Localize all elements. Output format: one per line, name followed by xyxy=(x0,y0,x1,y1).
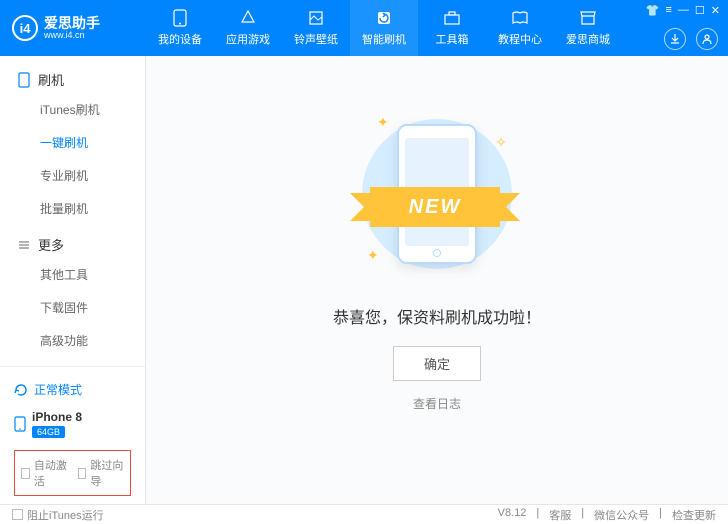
nav-toolbox[interactable]: 工具箱 xyxy=(418,0,486,56)
checkbox-row: 自动激活 跳过向导 xyxy=(14,450,131,496)
logo-icon: i4 xyxy=(12,15,38,41)
window-controls: 👕 ≡ — ☐ ✕ xyxy=(646,4,720,17)
app-url: www.i4.cn xyxy=(44,30,100,40)
auto-activate-checkbox[interactable]: 自动激活 xyxy=(21,457,68,489)
nav-my-device[interactable]: 我的设备 xyxy=(146,0,214,56)
app-name: 爱思助手 xyxy=(44,16,100,30)
menu-icon[interactable]: ≡ xyxy=(665,4,671,17)
skin-icon[interactable]: 👕 xyxy=(646,4,660,17)
sidebar-item-other-tools[interactable]: 其他工具 xyxy=(0,258,145,291)
wechat-link[interactable]: 微信公众号 xyxy=(594,507,649,523)
wallpaper-icon xyxy=(307,9,325,27)
store-icon xyxy=(579,9,597,27)
device-icon xyxy=(14,416,26,432)
nav-store[interactable]: 爱思商城 xyxy=(554,0,622,56)
new-banner: NEW xyxy=(370,187,500,227)
sidebar-item-itunes-flash[interactable]: iTunes刷机 xyxy=(0,93,145,126)
nav-apps[interactable]: 应用游戏 xyxy=(214,0,282,56)
flash-icon xyxy=(375,9,393,27)
toolbox-icon xyxy=(443,9,461,27)
minimize-icon[interactable]: — xyxy=(678,4,689,17)
sidebar-item-download-fw[interactable]: 下载固件 xyxy=(0,291,145,324)
apps-icon xyxy=(239,9,257,27)
phone-icon xyxy=(171,9,189,27)
confirm-button[interactable]: 确定 xyxy=(393,346,481,381)
refresh-icon xyxy=(14,383,28,397)
close-icon[interactable]: ✕ xyxy=(711,4,720,17)
header-actions xyxy=(664,28,718,50)
menu-lines-icon xyxy=(18,239,30,251)
nav-tutorials[interactable]: 教程中心 xyxy=(486,0,554,56)
top-nav: 我的设备 应用游戏 铃声壁纸 智能刷机 工具箱 教程中心 爱思商城 xyxy=(146,0,622,56)
success-illustration: ✦ ✧ ✦ NEW xyxy=(337,104,537,284)
sidebar-item-advanced[interactable]: 高级功能 xyxy=(0,324,145,357)
sidebar-item-pro-flash[interactable]: 专业刷机 xyxy=(0,159,145,192)
success-message: 恭喜您，保资料刷机成功啦！ xyxy=(333,304,541,328)
nav-ringtones[interactable]: 铃声壁纸 xyxy=(282,0,350,56)
device-name: iPhone 8 xyxy=(32,410,82,424)
maximize-icon[interactable]: ☐ xyxy=(695,4,705,17)
logo: i4 爱思助手 www.i4.cn xyxy=(0,15,146,41)
book-icon xyxy=(511,9,529,27)
header: i4 爱思助手 www.i4.cn 我的设备 应用游戏 铃声壁纸 智能刷机 工具… xyxy=(0,0,728,56)
sidebar: 刷机 iTunes刷机 一键刷机 专业刷机 批量刷机 更多 其他工具 下载固件 … xyxy=(0,56,146,504)
support-link[interactable]: 客服 xyxy=(549,507,571,523)
nav-flash[interactable]: 智能刷机 xyxy=(350,0,418,56)
mode-row[interactable]: 正常模式 xyxy=(10,375,135,404)
device-row[interactable]: iPhone 8 64GB xyxy=(10,404,135,444)
statusbar: 阻止iTunes运行 V8.12| 客服| 微信公众号| 检查更新 xyxy=(0,504,728,524)
sidebar-group-more: 更多 xyxy=(0,231,145,258)
sidebar-item-onekey-flash[interactable]: 一键刷机 xyxy=(0,126,145,159)
storage-badge: 64GB xyxy=(32,426,65,438)
skip-wizard-checkbox[interactable]: 跳过向导 xyxy=(78,457,125,489)
sidebar-item-batch-flash[interactable]: 批量刷机 xyxy=(0,192,145,225)
check-update-link[interactable]: 检查更新 xyxy=(672,507,716,523)
version-label: V8.12 xyxy=(498,507,527,523)
user-button[interactable] xyxy=(696,28,718,50)
sidebar-footer: 正常模式 iPhone 8 64GB 自动激活 跳过向导 xyxy=(0,366,145,504)
sidebar-group-flash: 刷机 xyxy=(0,66,145,93)
main-content: ✦ ✧ ✦ NEW 恭喜您，保资料刷机成功啦！ 确定 查看日志 xyxy=(146,56,728,504)
phone-outline-icon xyxy=(18,72,30,88)
view-log-link[interactable]: 查看日志 xyxy=(413,395,461,412)
download-button[interactable] xyxy=(664,28,686,50)
block-itunes-checkbox[interactable]: 阻止iTunes运行 xyxy=(12,507,104,523)
